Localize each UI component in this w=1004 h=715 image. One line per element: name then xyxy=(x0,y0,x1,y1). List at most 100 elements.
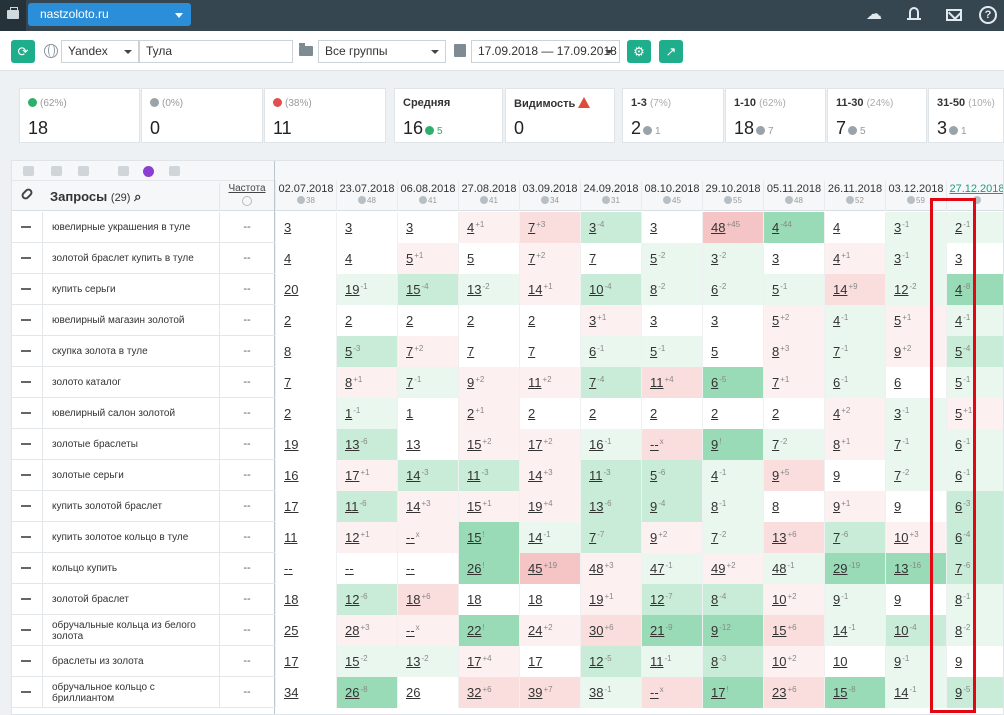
position-cell[interactable]: 5 xyxy=(702,336,763,367)
position-cell[interactable]: 4+2 xyxy=(824,398,885,429)
position-cell[interactable]: 4 xyxy=(275,243,336,274)
position-value[interactable]: 47-1 xyxy=(650,561,673,576)
position-cell[interactable]: 39+7 xyxy=(519,677,580,708)
position-value[interactable]: 9-1 xyxy=(894,654,909,669)
position-value[interactable]: 5+1 xyxy=(406,251,423,266)
position-value[interactable]: 15-2 xyxy=(345,654,368,669)
position-value[interactable]: 6-5 xyxy=(711,375,726,390)
position-value[interactable]: 14+3 xyxy=(406,499,431,514)
position-value[interactable]: 8+3 xyxy=(772,344,789,359)
position-value[interactable]: 49+2 xyxy=(711,561,736,576)
position-cell[interactable]: --x xyxy=(641,677,702,708)
position-cell[interactable]: 9-1 xyxy=(824,584,885,615)
position-value[interactable]: 10+2 xyxy=(772,592,797,607)
position-value[interactable]: 45+19 xyxy=(528,561,557,576)
position-cell[interactable]: 7 xyxy=(458,336,519,367)
position-cell[interactable]: 9-12 xyxy=(702,615,763,646)
minus-icon[interactable] xyxy=(21,536,31,538)
position-value[interactable]: 5+2 xyxy=(772,313,789,328)
position-cell[interactable]: 1 xyxy=(397,398,458,429)
position-value[interactable]: 17 xyxy=(284,654,299,669)
position-cell[interactable]: 8+3 xyxy=(763,336,824,367)
position-value[interactable]: 2 xyxy=(528,313,536,328)
position-value[interactable]: 3+1 xyxy=(589,313,606,328)
position-value[interactable]: 17 xyxy=(528,654,543,669)
position-cell[interactable]: 26-8 xyxy=(336,677,397,708)
position-cell[interactable]: 13 xyxy=(397,429,458,460)
position-value[interactable]: 15-4 xyxy=(406,282,429,297)
position-cell[interactable]: 7+2 xyxy=(519,243,580,274)
position-cell[interactable]: 7-6 xyxy=(824,522,885,553)
position-value[interactable]: 2 xyxy=(345,313,353,328)
position-value[interactable]: 29-19 xyxy=(833,561,860,576)
search-icon[interactable]: ⌕ xyxy=(134,189,141,204)
refresh-button[interactable]: ⟳ xyxy=(11,40,35,63)
position-value[interactable]: 14+3 xyxy=(528,468,553,483)
position-cell[interactable]: 19-1 xyxy=(336,274,397,305)
position-cell[interactable]: 2 xyxy=(397,305,458,336)
position-value[interactable]: 4 xyxy=(345,251,353,266)
position-value[interactable]: 12+1 xyxy=(345,530,370,545)
position-cell[interactable]: 17+1 xyxy=(336,460,397,491)
position-value[interactable]: 13-16 xyxy=(894,561,921,576)
site-selector[interactable]: nastzoloto.ru xyxy=(28,3,191,26)
date-column-header[interactable]: 03.09.2018 34 xyxy=(519,181,580,211)
position-value[interactable]: 7-1 xyxy=(833,344,848,359)
position-value[interactable]: 12-5 xyxy=(589,654,612,669)
position-cell[interactable]: 7+3 xyxy=(519,212,580,243)
position-cell[interactable]: 13-2 xyxy=(397,646,458,677)
position-cell[interactable]: 11-3 xyxy=(458,460,519,491)
position-cell[interactable]: 7-2 xyxy=(763,429,824,460)
position-cell[interactable]: 20 xyxy=(275,274,336,305)
position-cell[interactable]: 17+4 xyxy=(458,646,519,677)
position-value[interactable]: 13+6 xyxy=(772,530,797,545)
position-cell[interactable]: 4 xyxy=(824,212,885,243)
position-value[interactable]: 26! xyxy=(467,561,485,576)
position-value[interactable]: 21-9 xyxy=(650,623,673,638)
position-cell[interactable]: 3 xyxy=(641,212,702,243)
position-value[interactable]: --x xyxy=(650,685,664,700)
position-cell[interactable]: 11+2 xyxy=(519,367,580,398)
position-value[interactable]: 15-8 xyxy=(833,685,856,700)
position-cell[interactable]: 30+6 xyxy=(580,615,641,646)
position-value[interactable]: 1-1 xyxy=(345,406,360,421)
position-value[interactable]: 26-8 xyxy=(345,685,368,700)
position-value[interactable]: 5-1 xyxy=(650,344,665,359)
minus-icon[interactable] xyxy=(21,226,31,228)
position-value[interactable]: 12-6 xyxy=(345,592,368,607)
position-cell[interactable]: 13-6 xyxy=(580,491,641,522)
position-cell[interactable]: 6-2 xyxy=(702,274,763,305)
position-value[interactable]: 25 xyxy=(284,623,299,638)
position-cell[interactable]: 15+2 xyxy=(458,429,519,460)
position-value[interactable]: 7+3 xyxy=(528,220,545,235)
position-value[interactable]: 14+1 xyxy=(528,282,553,297)
position-cell[interactable]: 2 xyxy=(275,398,336,429)
position-value[interactable]: 4+1 xyxy=(467,220,484,235)
position-cell[interactable]: 24+2 xyxy=(519,615,580,646)
position-value[interactable]: 3 xyxy=(711,313,719,328)
position-cell[interactable]: 2 xyxy=(702,398,763,429)
position-cell[interactable]: 14-1 xyxy=(824,615,885,646)
position-value[interactable]: 3-1 xyxy=(894,220,909,235)
position-cell[interactable]: 11+4 xyxy=(641,367,702,398)
position-value[interactable]: 4-44 xyxy=(772,220,792,235)
position-cell[interactable]: 14+3 xyxy=(519,460,580,491)
position-cell[interactable]: 17 xyxy=(275,646,336,677)
position-value[interactable]: 22! xyxy=(467,623,485,638)
position-value[interactable]: 16-1 xyxy=(589,437,612,452)
position-cell[interactable]: 2 xyxy=(519,398,580,429)
position-cell[interactable]: 9! xyxy=(702,429,763,460)
position-value[interactable]: 3-4 xyxy=(589,220,604,235)
position-cell[interactable]: 18 xyxy=(275,584,336,615)
position-value[interactable]: 13-2 xyxy=(406,654,429,669)
projects-button[interactable] xyxy=(0,0,26,31)
position-value[interactable]: 7+2 xyxy=(406,344,423,359)
position-cell[interactable]: 17! xyxy=(702,677,763,708)
position-cell[interactable]: 17 xyxy=(519,646,580,677)
position-cell[interactable]: 5 xyxy=(458,243,519,274)
position-cell[interactable]: 13+6 xyxy=(763,522,824,553)
position-cell[interactable]: 18 xyxy=(458,584,519,615)
position-value[interactable]: 13-2 xyxy=(467,282,490,297)
position-value[interactable]: 7-2 xyxy=(894,468,909,483)
region-select[interactable]: Тула xyxy=(139,40,293,63)
